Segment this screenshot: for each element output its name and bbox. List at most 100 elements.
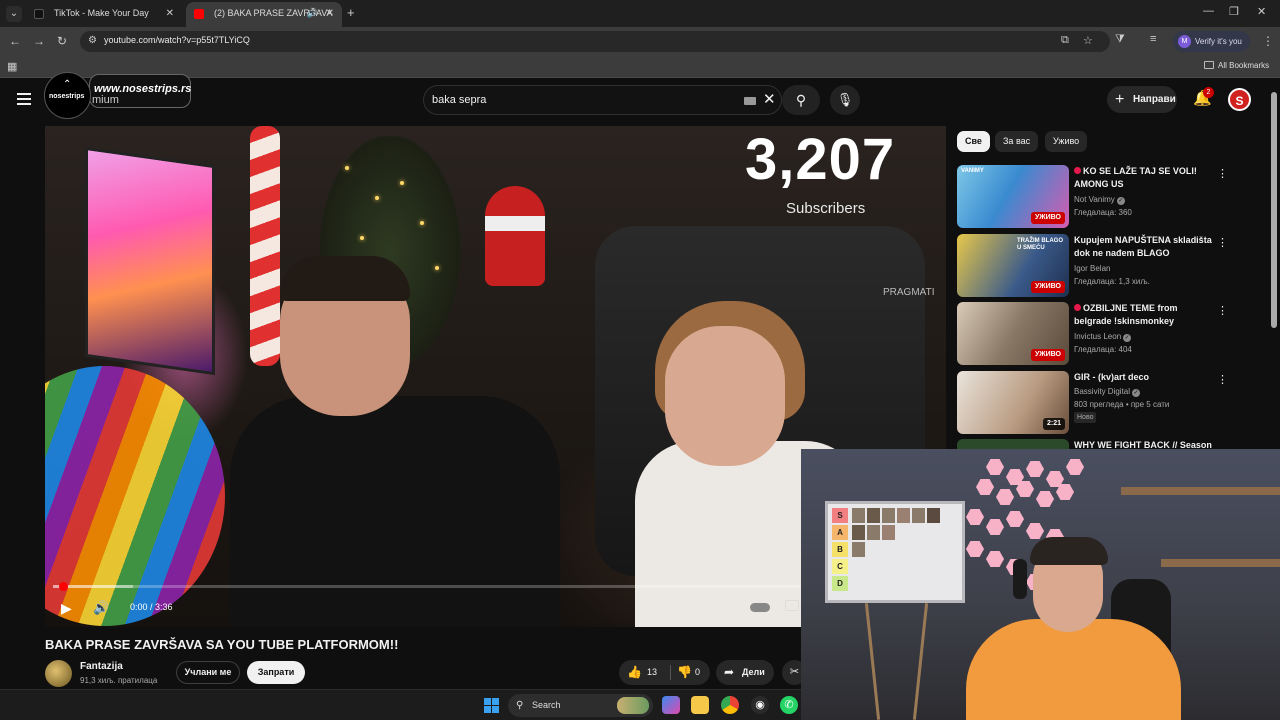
audio-playing-icon[interactable]: 🔊 xyxy=(307,2,318,25)
live-badge: УЖИВО xyxy=(1030,212,1065,224)
subscriber-counter-label: Subscribers xyxy=(786,200,866,217)
rec-channel[interactable]: Bassivity Digital ✓ xyxy=(1074,387,1141,397)
share-button[interactable]: ➦ Дели xyxy=(716,660,774,685)
reload-button[interactable]: ↻ xyxy=(57,34,67,48)
reading-list-icon[interactable]: ≡ xyxy=(1150,33,1156,45)
bookmark-star-icon[interactable]: ☆ xyxy=(1083,34,1093,47)
address-bar[interactable]: ⚙ youtube.com/watch?v=p55t7TLYiCQ ⧉ ☆ xyxy=(80,31,1110,52)
chip-for-you[interactable]: За вас xyxy=(995,131,1039,152)
browser-menu-icon[interactable]: ⋮ xyxy=(1262,34,1274,48)
dislike-icon[interactable]: 👎 xyxy=(677,665,692,679)
recommendation-item[interactable]: УЖИВО OZBILJNE TEME from belgrade !skins… xyxy=(957,302,1229,368)
new-tab-button[interactable]: + xyxy=(347,5,355,20)
extensions-icon[interactable]: ⧩ xyxy=(1115,33,1125,46)
copilot-icon[interactable] xyxy=(662,696,680,714)
all-bookmarks-button[interactable]: All Bookmarks xyxy=(1204,61,1269,70)
create-button[interactable]: + Направи xyxy=(1107,86,1177,113)
close-tab-icon[interactable]: ✕ xyxy=(166,2,174,25)
like-count[interactable]: 13 xyxy=(647,667,657,677)
shelf xyxy=(1161,559,1280,567)
page-scrollbar[interactable] xyxy=(1271,92,1277,328)
rec-meta: 803 прегледа • пре 5 сати xyxy=(1074,400,1170,409)
all-bookmarks-label: All Bookmarks xyxy=(1218,61,1270,70)
video-thumbnail[interactable]: TRAŽIM BLAGO U SMEĆU УЖИВО xyxy=(957,234,1069,297)
video-thumbnail[interactable]: 2:21 xyxy=(957,371,1069,434)
easel-leg xyxy=(864,603,881,720)
tab-youtube[interactable]: (2) BAKA PRASE ZAVRŠAVA 🔊 ✕ xyxy=(186,2,342,27)
search-button[interactable]: ⚲ xyxy=(782,85,820,115)
apps-grid-icon[interactable]: ▦ xyxy=(7,60,17,73)
like-icon[interactable]: 👍 xyxy=(627,665,642,679)
channel-avatar[interactable] xyxy=(45,660,72,687)
recommendation-item[interactable]: 2:21 GIR - (kv)art deco Bassivity Digita… xyxy=(957,371,1229,437)
voice-search-icon[interactable]: 🎙 xyxy=(830,85,860,115)
browser-toolbar: ← → ↻ ⚙ youtube.com/watch?v=p55t7TLYiCQ … xyxy=(0,27,1280,56)
start-button[interactable] xyxy=(484,698,499,713)
person-head xyxy=(665,326,785,466)
install-app-icon[interactable]: ⧉ xyxy=(1061,34,1069,47)
guide-menu-icon[interactable] xyxy=(17,93,31,105)
subtitles-button[interactable] xyxy=(785,600,799,611)
dislike-count[interactable]: 0 xyxy=(695,667,700,677)
keyboard-icon[interactable] xyxy=(744,97,756,105)
profile-verify-button[interactable]: M Verify it's you xyxy=(1173,31,1250,52)
video-thumbnail[interactable]: УЖИВО xyxy=(957,302,1069,365)
new-badge: Ново xyxy=(1074,412,1097,423)
subscribe-button[interactable]: Запрати xyxy=(247,661,305,684)
scrubber-handle[interactable] xyxy=(59,582,68,591)
file-explorer-icon[interactable] xyxy=(691,696,709,714)
person-body xyxy=(230,396,560,627)
more-options-icon[interactable]: ⋮ xyxy=(1217,304,1228,317)
youtube-masthead: www.nosestrips.rs mium ⌃ nosestrips ✕ ⚲ … xyxy=(0,72,1280,123)
close-window-button[interactable]: ✕ xyxy=(1257,5,1266,18)
account-avatar[interactable]: S xyxy=(1228,88,1251,111)
rec-meta: Гледалаца: 1,3 хиљ. xyxy=(1074,277,1150,286)
search-input[interactable] xyxy=(432,91,732,109)
live-badge: УЖИВО xyxy=(1030,281,1065,293)
plus-icon: + xyxy=(1115,91,1125,108)
rec-channel[interactable]: Invictus Leon ✓ xyxy=(1074,332,1132,342)
whatsapp-icon[interactable]: ✆ xyxy=(780,696,798,714)
tab-title: TikTok - Make Your Day xyxy=(54,8,149,18)
thumbnail-text: TRAŽIM BLAGO U SMEĆU xyxy=(1017,238,1063,251)
more-options-icon[interactable]: ⋮ xyxy=(1217,236,1228,249)
join-button[interactable]: Учлани ме xyxy=(176,661,240,684)
restore-button[interactable]: ❐ xyxy=(1229,5,1239,18)
chip-live[interactable]: Уживо xyxy=(1045,131,1088,152)
fireplace-screen xyxy=(85,146,215,376)
channel-subscribers: 91,3 хиљ. пратилаца xyxy=(80,676,158,685)
notification-count-badge: 2 xyxy=(1203,87,1214,98)
youtube-icon xyxy=(194,9,204,19)
share-label: Дели xyxy=(742,667,765,677)
tab-tiktok[interactable]: TikTok - Make Your Day ✕ xyxy=(26,2,182,27)
subscriber-counter: 3,207 xyxy=(745,127,896,192)
channel-name[interactable]: Fantazija xyxy=(80,661,123,672)
verified-icon: ✓ xyxy=(1116,197,1125,205)
tab-search-button[interactable]: ⌄ xyxy=(6,6,22,22)
clear-search-icon[interactable]: ✕ xyxy=(763,90,776,108)
steam-icon[interactable]: ◉ xyxy=(751,696,769,714)
site-info-icon[interactable]: ⚙ xyxy=(88,35,97,46)
chrome-icon[interactable] xyxy=(721,696,739,714)
recommendation-item[interactable]: VANIMY УЖИВО KO SE LAŽE TAJ SE VOLI! AMO… xyxy=(957,165,1229,231)
minimize-button[interactable]: — xyxy=(1203,5,1214,17)
play-button[interactable]: ▶ xyxy=(61,600,72,617)
tier-list-board: S A B C D xyxy=(825,501,965,603)
more-options-icon[interactable]: ⋮ xyxy=(1217,167,1228,180)
forward-button[interactable]: → xyxy=(33,34,45,48)
headset xyxy=(1013,559,1027,599)
rec-channel[interactable]: Igor Belan xyxy=(1074,264,1110,273)
close-tab-icon[interactable]: ✕ xyxy=(326,2,334,25)
logo-circle-text: nosestrips xyxy=(49,93,85,100)
autoplay-toggle[interactable] xyxy=(750,603,770,612)
chip-all[interactable]: Све xyxy=(957,131,990,152)
more-options-icon[interactable]: ⋮ xyxy=(1217,373,1228,386)
volume-icon[interactable]: 🔊 xyxy=(93,600,109,616)
youtube-logo[interactable]: ⌃ nosestrips xyxy=(44,72,91,119)
rec-channel[interactable]: Not Vanimy ✓ xyxy=(1074,195,1125,205)
back-button[interactable]: ← xyxy=(9,34,21,48)
share-icon: ➦ xyxy=(724,665,735,679)
taskbar-search[interactable]: ⚲ Search xyxy=(508,694,653,717)
recommendation-item[interactable]: TRAŽIM BLAGO U SMEĆU УЖИВО Kupujem NAPUŠ… xyxy=(957,234,1229,300)
video-thumbnail[interactable]: VANIMY УЖИВО xyxy=(957,165,1069,228)
